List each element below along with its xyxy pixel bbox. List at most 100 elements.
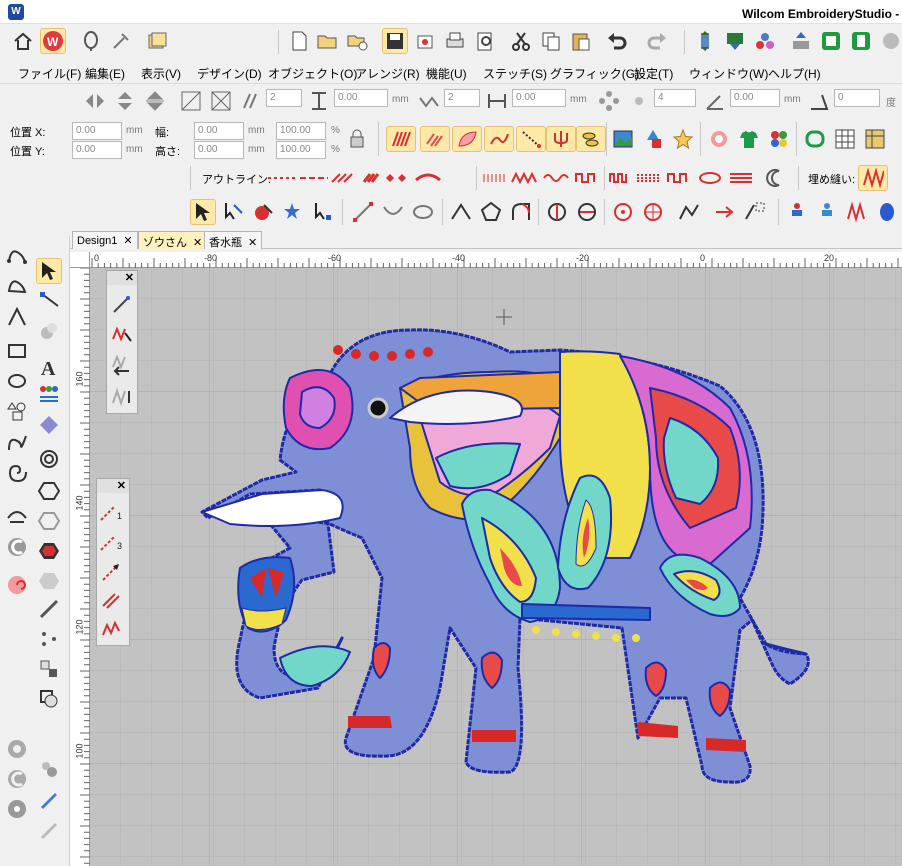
save-icon[interactable] <box>382 28 408 54</box>
fill-pattern-types[interactable] <box>608 168 756 188</box>
select-region-icon[interactable] <box>742 199 768 225</box>
squares-icon[interactable] <box>36 656 62 682</box>
radial-array-icon[interactable] <box>596 88 622 114</box>
color-dots-icon[interactable] <box>766 126 792 152</box>
color-balls-icon[interactable] <box>752 28 778 54</box>
star-select-icon[interactable] <box>280 199 306 225</box>
sphere-tool-icon[interactable] <box>36 318 62 344</box>
circle-c-icon[interactable] <box>4 534 30 560</box>
undo-icon[interactable] <box>604 28 630 54</box>
width-field[interactable]: 0.00 <box>194 122 244 140</box>
tatami-icon[interactable] <box>420 126 450 152</box>
select-tool-icon[interactable] <box>36 258 62 284</box>
rectangle-tool-icon[interactable] <box>4 338 30 364</box>
run-stitch-icon[interactable] <box>516 126 546 152</box>
direction-arrow-icon[interactable] <box>712 199 738 225</box>
green-frame-2-icon[interactable] <box>848 28 874 54</box>
lasso-select-icon[interactable] <box>220 199 246 225</box>
applique-icon[interactable] <box>706 126 732 152</box>
menu-stitch[interactable]: ステッチ(S) <box>483 65 547 82</box>
grid-icon[interactable] <box>832 126 858 152</box>
swirl-icon[interactable] <box>4 572 30 598</box>
hexagon-red-icon[interactable] <box>36 538 62 564</box>
hexagon-alt-icon[interactable] <box>36 508 62 534</box>
thread-up-down-icon[interactable] <box>692 28 718 54</box>
slant-icon[interactable] <box>806 88 832 114</box>
color-select-icon[interactable] <box>250 199 276 225</box>
wreath-icon[interactable] <box>178 88 204 114</box>
star-icon[interactable] <box>670 126 696 152</box>
tab-design1[interactable]: Design1 ✕ <box>72 231 138 249</box>
grid-table-icon[interactable] <box>862 126 888 152</box>
gray-ring-icon[interactable] <box>4 736 30 762</box>
stitch-3-icon[interactable]: 3 <box>99 529 125 555</box>
dots-icon[interactable] <box>36 626 62 652</box>
folders-icon[interactable] <box>144 28 170 54</box>
outline-stitch-types[interactable] <box>266 168 476 188</box>
wilcom-logo-icon[interactable]: W <box>8 4 24 20</box>
spool-icon[interactable] <box>874 199 900 225</box>
count-field[interactable]: 4 <box>654 89 696 107</box>
hoop-settings-icon[interactable] <box>878 28 902 54</box>
trident-icon[interactable] <box>546 126 576 152</box>
team-names-icon[interactable] <box>36 382 62 408</box>
height-field[interactable]: 0.00 <box>194 141 244 159</box>
menu-file[interactable]: ファイル(F) <box>18 65 81 82</box>
pen-gray-icon[interactable] <box>36 816 62 842</box>
close-icon[interactable]: ✕ <box>117 479 126 492</box>
embroidery-design[interactable] <box>90 268 902 866</box>
spacing-field[interactable]: 0.00 <box>334 89 388 107</box>
menu-function[interactable]: 機能(U) <box>426 65 467 82</box>
freehand-icon[interactable] <box>4 430 30 456</box>
lock-proportion-icon[interactable] <box>344 126 370 152</box>
digitize-closed-icon[interactable] <box>4 274 30 300</box>
close-icon[interactable]: ✕ <box>248 237 257 249</box>
ellipse-tool-icon[interactable] <box>4 368 30 394</box>
stitch-double-icon[interactable] <box>99 587 125 613</box>
wave-fill-icon[interactable] <box>484 126 514 152</box>
zigzag-red-icon[interactable] <box>844 199 870 225</box>
paste-icon[interactable] <box>568 28 594 54</box>
menu-edit[interactable]: 編集(E) <box>85 65 125 82</box>
shapes-icon[interactable] <box>640 126 666 152</box>
cut-icon[interactable] <box>508 28 534 54</box>
stitch-forward-icon[interactable] <box>109 383 135 409</box>
slant-field[interactable]: 0 <box>834 89 880 107</box>
gray-dot-icon[interactable] <box>4 796 30 822</box>
lettering-arc-icon[interactable] <box>4 502 30 528</box>
menu-design[interactable]: デザイン(D) <box>197 65 262 82</box>
count-icon[interactable] <box>626 88 652 114</box>
menu-arrange[interactable]: アレンジ(R) <box>355 65 420 82</box>
tab-elephant[interactable]: ゾウさん ✕ <box>138 231 208 249</box>
angle-icon[interactable] <box>702 88 728 114</box>
menu-window[interactable]: ウィンドウ(W) <box>689 65 768 82</box>
close-icon[interactable]: ✕ <box>125 271 134 284</box>
stair-icon[interactable] <box>238 88 264 114</box>
zigzag-fill-icon[interactable] <box>858 165 888 191</box>
pos-y-field[interactable]: 0.00 <box>72 141 122 159</box>
picture-icon[interactable] <box>610 126 636 152</box>
export-icon[interactable] <box>412 28 438 54</box>
shapes-tool-icon[interactable] <box>4 398 30 424</box>
reshape-icon[interactable] <box>350 199 376 225</box>
monogram-icon[interactable] <box>36 412 62 438</box>
print-preview-icon[interactable] <box>472 28 498 54</box>
balls-icon[interactable] <box>36 756 62 782</box>
row-spacing-icon[interactable] <box>306 88 332 114</box>
wilcom-app-icon[interactable]: W <box>40 28 66 54</box>
tab-perfume[interactable]: 香水瓶 ✕ <box>204 231 263 249</box>
mirror-horizontal-icon[interactable] <box>82 88 108 114</box>
digitize-curve-icon[interactable] <box>4 244 30 270</box>
export-machine-icon[interactable] <box>722 28 748 54</box>
grid-fill-icon[interactable] <box>416 88 442 114</box>
send-icon[interactable] <box>788 28 814 54</box>
overlap-icon[interactable] <box>36 686 62 712</box>
arc-reshape-icon[interactable] <box>380 199 406 225</box>
open-folder-icon[interactable] <box>314 28 340 54</box>
add-node-icon[interactable] <box>448 199 474 225</box>
stitch-back-icon[interactable] <box>109 353 135 379</box>
copy-icon[interactable] <box>538 28 564 54</box>
figure-icon[interactable] <box>784 199 810 225</box>
kaleidoscope-icon[interactable] <box>208 88 234 114</box>
circle-cross-icon[interactable] <box>640 199 666 225</box>
